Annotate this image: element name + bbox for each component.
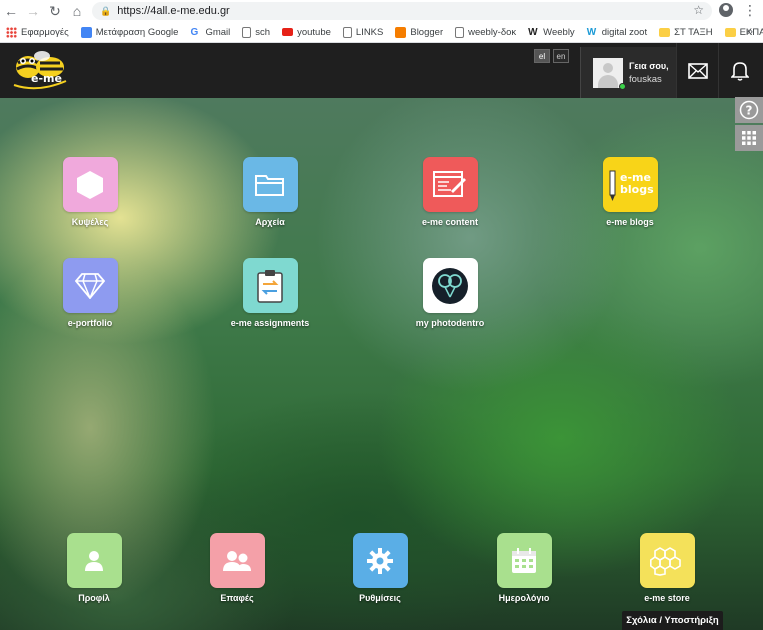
username-text: fouskas [629, 74, 662, 85]
bookmark-item[interactable]: LINKS [342, 26, 383, 38]
forward-arrow-icon[interactable]: → [22, 0, 44, 22]
greeting-text: Γεια σου, [629, 61, 669, 71]
lock-icon: 🔒 [100, 5, 112, 16]
app-label: my photodentro [415, 318, 485, 328]
feedback-support-button[interactable]: Σχόλια / Υποστήριξη [622, 611, 723, 630]
contacts-icon [209, 533, 265, 588]
bookmark-item[interactable]: weebly-δοκ [455, 26, 516, 38]
store-icon [639, 533, 695, 588]
folder-icon [724, 27, 736, 37]
user-icon [66, 533, 122, 588]
dock-label: Επαφές [220, 593, 254, 603]
browser-profile-icon[interactable] [719, 3, 733, 17]
dock-label: Ρυθμίσεις [359, 593, 401, 603]
app-grid-button[interactable] [735, 125, 763, 151]
bookmark-item[interactable]: Εφαρμογές [6, 26, 69, 38]
eme-logo[interactable]: e-me [8, 49, 72, 93]
dock-item-eme-store[interactable]: e-me store [607, 533, 727, 603]
online-status-icon [619, 83, 626, 90]
help-icon: ? [739, 100, 759, 120]
bookmark-item[interactable]: Μετάφραση Google [80, 26, 178, 38]
grid-icon [742, 131, 756, 145]
url-text: https://4all.e-me.edu.gr [117, 5, 230, 17]
app-label: Κυψέλες [71, 217, 109, 227]
weebly-icon: W [528, 26, 538, 38]
address-bar[interactable]: 🔒 https://4all.e-me.edu.gr ☆ [92, 2, 712, 20]
app-tile-eportfolio[interactable]: e-portfolio [30, 258, 150, 328]
app-label: e-me assignments [230, 318, 310, 328]
page-icon [342, 26, 352, 38]
dock-item-profile[interactable]: Προφίλ [34, 533, 154, 603]
app-tile-eme-assignments[interactable]: e-me assignments [210, 258, 330, 328]
blogger-icon [395, 26, 407, 38]
bookmark-item[interactable]: Blogger [395, 26, 443, 38]
app-label: e-me content [421, 217, 478, 227]
bookmark-item[interactable]: ΣΤ ΤΑΞΗ [659, 27, 713, 38]
user-menu[interactable]: Γεια σου, fouskas [580, 47, 676, 98]
app-label: e-portfolio [67, 318, 113, 328]
photodentro-icon [422, 258, 478, 313]
dock-label: Ημερολόγιο [498, 593, 550, 603]
calendar-icon [496, 533, 552, 588]
app-label: e-me blogs [606, 217, 654, 227]
translate-icon [80, 26, 92, 38]
messages-button[interactable] [676, 43, 718, 98]
reload-icon[interactable]: ↻ [44, 0, 66, 22]
youtube-icon [282, 28, 294, 36]
bookmarks-overflow-icon[interactable]: » [747, 26, 753, 38]
page-icon [455, 26, 465, 38]
apps-grid-icon [6, 26, 17, 38]
back-arrow-icon[interactable]: ← [0, 0, 22, 22]
dock-item-calendar[interactable]: Ημερολόγιο [464, 533, 584, 603]
bookmarks-bar: Εφαρμογές Μετάφραση Google G Gmail sch y… [0, 22, 763, 43]
mail-icon [687, 62, 708, 79]
app-tile-eme-blogs[interactable]: e-me blogs e-me blogs [570, 157, 690, 227]
app-tile-kypseles[interactable]: Κυψέλες [30, 157, 150, 227]
dock-item-contacts[interactable]: Επαφές [177, 533, 297, 603]
svg-text:blogs: blogs [620, 183, 654, 196]
hexagon-icon [62, 157, 118, 212]
bookmark-star-icon[interactable]: ☆ [693, 3, 704, 17]
bookmark-item[interactable]: G Gmail [190, 27, 230, 38]
blogs-icon: e-me blogs [602, 157, 658, 212]
app-header: e-me el en Γεια σου, fouskas [0, 43, 763, 98]
help-button[interactable]: ? [735, 97, 763, 123]
dock-label: Προφίλ [78, 593, 110, 603]
app-label: Αρχεία [255, 217, 285, 227]
app-tile-eme-content[interactable]: e-me content [390, 157, 510, 227]
lang-el-button[interactable]: el [534, 49, 550, 63]
folder-icon [242, 157, 298, 212]
gear-icon [352, 533, 408, 588]
svg-text:?: ? [746, 104, 753, 118]
folder-icon [659, 27, 671, 37]
browser-menu-icon[interactable]: ⋮ [743, 3, 757, 17]
home-icon[interactable]: ⌂ [66, 0, 88, 22]
logo-text: e-me [31, 72, 62, 85]
bookmark-item[interactable]: youtube [282, 27, 331, 38]
google-g-icon: G [190, 26, 199, 38]
bookmark-item[interactable]: W Weebly [528, 27, 575, 38]
bookmark-item[interactable]: ΕΚΠΑΙΔΕΥΣΗ [724, 27, 763, 38]
avatar [593, 58, 623, 88]
dock-item-settings[interactable]: Ρυθμίσεις [320, 533, 440, 603]
dock-label: e-me store [644, 593, 690, 603]
page-icon [242, 26, 252, 38]
bookmark-item[interactable]: sch [242, 26, 270, 38]
weebly-icon: W [586, 26, 597, 38]
app-tile-my-photodentro[interactable]: my photodentro [390, 258, 510, 328]
bell-icon [730, 61, 749, 81]
bookmark-item[interactable]: W digital zoot [587, 27, 647, 38]
app-tile-files[interactable]: Αρχεία [210, 157, 330, 227]
content-editor-icon [422, 157, 478, 212]
lang-en-button[interactable]: en [553, 49, 569, 63]
diamond-icon [62, 258, 118, 313]
browser-toolbar: ← → ↻ ⌂ 🔒 https://4all.e-me.edu.gr ☆ ⋮ [0, 0, 763, 22]
clipboard-icon [242, 258, 298, 313]
notifications-button[interactable] [718, 43, 760, 98]
